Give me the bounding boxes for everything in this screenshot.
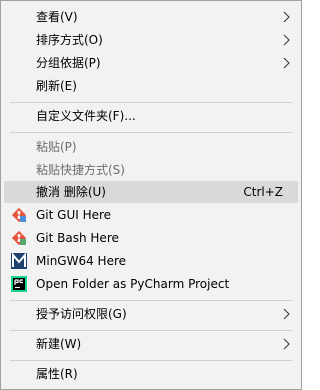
menu-item-label: Open Folder as PyCharm Project [36,277,230,291]
menu-item-label: 排序方式(O) [36,33,103,47]
menu-item-label: 粘贴快捷方式(S) [36,163,125,177]
git-gui-icon [11,207,27,223]
menu-separator [10,330,292,331]
menu-item-label: 属性(R) [36,367,78,381]
chevron-right-icon [283,338,290,350]
git-bash-icon [11,230,27,246]
menu-item-label: 授予访问权限(G) [36,307,127,321]
chevron-right-icon [283,308,290,320]
menu-item-label: 撤消 删除(U) [36,185,106,199]
pycharm-icon [11,276,27,292]
menu-item-new[interactable]: 新建(W) [4,333,298,355]
menu-item-label: 刷新(E) [36,79,77,93]
menu-item-pycharm[interactable]: Open Folder as PyCharm Project [4,273,298,295]
shortcut-label: Ctrl+Z [243,185,283,199]
chevron-right-icon [283,57,290,69]
menu-item-give-access[interactable]: 授予访问权限(G) [4,303,298,325]
menu-separator [10,300,292,301]
chevron-right-icon [283,34,290,46]
menu-item-mingw64[interactable]: MinGW64 Here [4,250,298,272]
menu-item-label: 新建(W) [36,337,82,351]
menu-item-view[interactable]: 查看(V) [4,6,298,28]
context-menu: 查看(V) 排序方式(O) 分组依据(P) 刷新(E) 自定义文件夹(F)...… [0,0,302,390]
menu-item-properties[interactable]: 属性(R) [4,363,298,385]
menu-item-sort-by[interactable]: 排序方式(O) [4,29,298,51]
menu-item-label: Git Bash Here [36,231,119,245]
menu-item-refresh[interactable]: 刷新(E) [4,75,298,97]
menu-item-label: Git GUI Here [36,208,112,222]
menu-item-paste[interactable]: 粘贴(P) [4,136,298,158]
menu-item-undo-delete[interactable]: 撤消 删除(U) Ctrl+Z [4,181,298,203]
menu-item-paste-shortcut[interactable]: 粘贴快捷方式(S) [4,159,298,181]
menu-item-group-by[interactable]: 分组依据(P) [4,52,298,74]
menu-separator [10,360,292,361]
menu-item-label: 粘贴(P) [36,140,77,154]
menu-item-customize-folder[interactable]: 自定义文件夹(F)... [4,105,298,127]
menu-item-git-bash[interactable]: Git Bash Here [4,227,298,249]
menu-item-label: MinGW64 Here [36,254,126,268]
menu-separator [10,102,292,103]
menu-item-label: 自定义文件夹(F)... [36,109,136,123]
menu-separator [10,132,292,133]
chevron-right-icon [283,11,290,23]
menu-item-git-gui[interactable]: Git GUI Here [4,204,298,226]
menu-item-label: 查看(V) [36,10,78,24]
menu-item-label: 分组依据(P) [36,56,101,70]
mingw64-icon [11,253,27,269]
